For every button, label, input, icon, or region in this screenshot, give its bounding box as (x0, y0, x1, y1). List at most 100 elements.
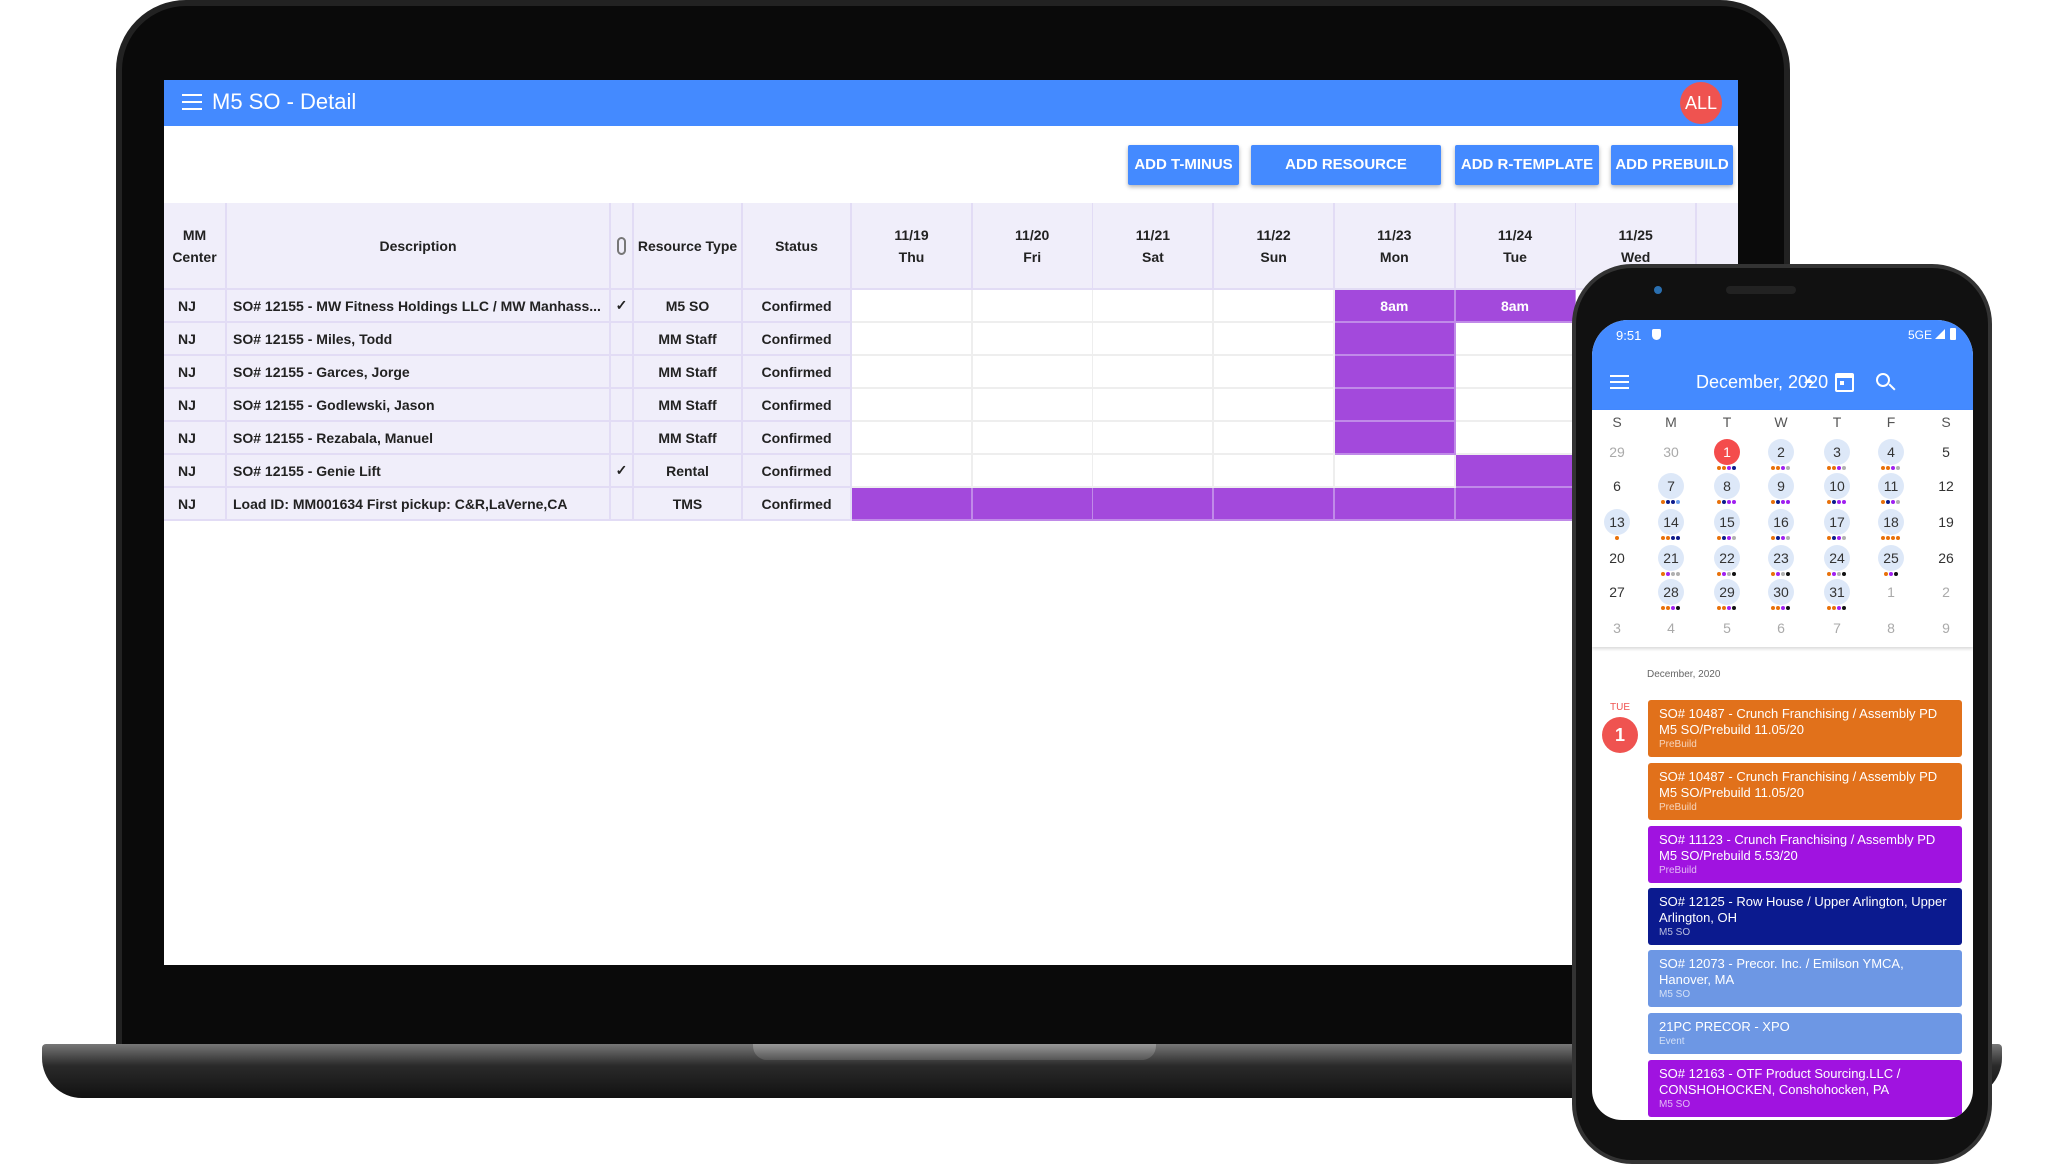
gantt-cell[interactable] (852, 389, 973, 422)
event-card[interactable]: SO# 12073 - Precor. Inc. / Emilson YMCA,… (1648, 950, 1962, 1007)
calendar-day[interactable]: 6 (1604, 473, 1630, 499)
calendar-day[interactable]: 15 (1714, 509, 1740, 535)
gantt-bar[interactable] (1334, 356, 1456, 389)
gantt-bar[interactable] (1334, 488, 1456, 521)
header-attachment[interactable] (611, 203, 634, 290)
calendar-day[interactable]: 30 (1658, 439, 1684, 465)
gantt-cell[interactable] (972, 356, 1094, 389)
gantt-bar[interactable] (1455, 455, 1577, 488)
calendar-day[interactable]: 12 (1933, 473, 1959, 499)
menu-icon[interactable] (1610, 375, 1629, 389)
calendar-day[interactable]: 21 (1658, 545, 1684, 571)
calendar-day[interactable]: 6 (1768, 615, 1794, 641)
cell-attachment[interactable] (611, 356, 634, 389)
gantt-cell[interactable] (1334, 455, 1456, 488)
gantt-cell[interactable] (972, 290, 1094, 323)
calendar-day[interactable]: 2 (1933, 579, 1959, 605)
gantt-cell[interactable] (1093, 455, 1215, 488)
gantt-cell[interactable] (972, 422, 1094, 455)
calendar-day[interactable]: 27 (1604, 579, 1630, 605)
gantt-cell[interactable] (1214, 455, 1336, 488)
filter-badge-all[interactable]: ALL (1680, 82, 1722, 124)
gantt-bar[interactable] (1334, 389, 1456, 422)
calendar-day[interactable]: 25 (1878, 545, 1904, 571)
event-card[interactable]: SO# 10487 - Crunch Franchising / Assembl… (1648, 700, 1962, 757)
calendar-day[interactable]: 11 (1878, 473, 1904, 499)
gantt-cell[interactable] (1214, 290, 1336, 323)
gantt-bar[interactable] (1455, 488, 1577, 521)
gantt-bar[interactable]: 8am (1455, 290, 1577, 323)
gantt-bar[interactable] (1093, 488, 1215, 521)
calendar-day[interactable]: 7 (1658, 473, 1684, 499)
cell-description[interactable]: SO# 12155 - Godlewski, Jason (227, 389, 611, 422)
add-r-template-button[interactable]: ADD R-TEMPLATE (1455, 145, 1599, 185)
event-card[interactable]: SO# 12125 - Row House / Upper Arlington,… (1648, 888, 1962, 945)
gantt-cell[interactable] (972, 455, 1094, 488)
calendar-day[interactable]: 22 (1714, 545, 1740, 571)
calendar-day[interactable]: 16 (1768, 509, 1794, 535)
gantt-cell[interactable] (1214, 356, 1336, 389)
calendar-day[interactable]: 29 (1714, 579, 1740, 605)
gantt-cell[interactable] (852, 356, 973, 389)
gantt-cell[interactable] (852, 422, 973, 455)
calendar-day[interactable]: 30 (1768, 579, 1794, 605)
event-card[interactable]: 21PC PRECOR - XPO Event (1648, 1013, 1962, 1054)
calendar-day[interactable]: 29 (1604, 439, 1630, 465)
gantt-bar[interactable] (972, 488, 1094, 521)
menu-icon[interactable] (182, 94, 202, 110)
add-t-minus-button[interactable]: ADD T-MINUS (1128, 145, 1239, 185)
gantt-cell[interactable] (1093, 290, 1215, 323)
header-description[interactable]: Description (227, 203, 611, 290)
calendar-day[interactable]: 31 (1824, 579, 1850, 605)
gantt-cell[interactable] (852, 290, 973, 323)
calendar-day[interactable]: 13 (1604, 509, 1630, 535)
calendar-day[interactable]: 1 (1878, 579, 1904, 605)
event-card[interactable]: SO# 11123 - Crunch Franchising / Assembl… (1648, 826, 1962, 883)
calendar-day[interactable]: 2 (1768, 439, 1794, 465)
calendar-day[interactable]: 17 (1824, 509, 1850, 535)
gantt-cell[interactable] (852, 455, 973, 488)
calendar-day[interactable]: 9 (1768, 473, 1794, 499)
gantt-cell[interactable] (1455, 389, 1577, 422)
gantt-cell[interactable] (1093, 323, 1215, 356)
calendar-day[interactable]: 4 (1878, 439, 1904, 465)
event-card[interactable]: SO# 12163 - OTF Product Sourcing.LLC / C… (1648, 1060, 1962, 1117)
calendar-day[interactable]: 19 (1933, 509, 1959, 535)
event-card[interactable]: SO# 10487 - Crunch Franchising / Assembl… (1648, 763, 1962, 820)
calendar-day[interactable]: 3 (1824, 439, 1850, 465)
cell-attachment[interactable] (611, 389, 634, 422)
header-status[interactable]: Status (743, 203, 852, 290)
calendar-day[interactable]: 20 (1604, 545, 1630, 571)
calendar-day[interactable]: 24 (1824, 545, 1850, 571)
cell-description[interactable]: Load ID: MM001634 First pickup: C&R,LaVe… (227, 488, 611, 521)
gantt-bar[interactable]: 8am (1334, 290, 1456, 323)
add-prebuild-button[interactable]: ADD PREBUILD (1611, 145, 1733, 185)
gantt-bar[interactable] (1334, 422, 1456, 455)
gantt-cell[interactable] (1455, 323, 1577, 356)
calendar-day[interactable]: 5 (1933, 439, 1959, 465)
calendar-day[interactable]: 4 (1658, 615, 1684, 641)
gantt-cell[interactable] (1093, 422, 1215, 455)
calendar-day[interactable]: 9 (1933, 615, 1959, 641)
gantt-bar[interactable] (852, 488, 973, 521)
cell-description[interactable]: SO# 12155 - Garces, Jorge (227, 356, 611, 389)
header-mm-center[interactable]: MM Center (164, 203, 227, 290)
gantt-cell[interactable] (972, 389, 1094, 422)
gantt-bar[interactable] (1334, 323, 1456, 356)
gantt-cell[interactable] (1214, 422, 1336, 455)
gantt-cell[interactable] (1093, 356, 1215, 389)
cell-attachment[interactable]: ✓ (611, 290, 634, 323)
calendar-day[interactable]: 18 (1878, 509, 1904, 535)
header-resource-type[interactable]: Resource Type (634, 203, 743, 290)
gantt-cell[interactable] (1455, 356, 1577, 389)
gantt-cell[interactable] (1214, 323, 1336, 356)
gantt-cell[interactable] (972, 323, 1094, 356)
calendar-day[interactable]: 14 (1658, 509, 1684, 535)
calendar-day[interactable]: 23 (1768, 545, 1794, 571)
agenda-day-badge[interactable]: 1 (1602, 717, 1638, 753)
gantt-cell[interactable] (852, 323, 973, 356)
add-resource-record-button[interactable]: ADD RESOURCE RECORD (1251, 145, 1441, 213)
calendar-day[interactable]: 28 (1658, 579, 1684, 605)
calendar-day[interactable]: 8 (1878, 615, 1904, 641)
calendar-day[interactable]: 10 (1824, 473, 1850, 499)
